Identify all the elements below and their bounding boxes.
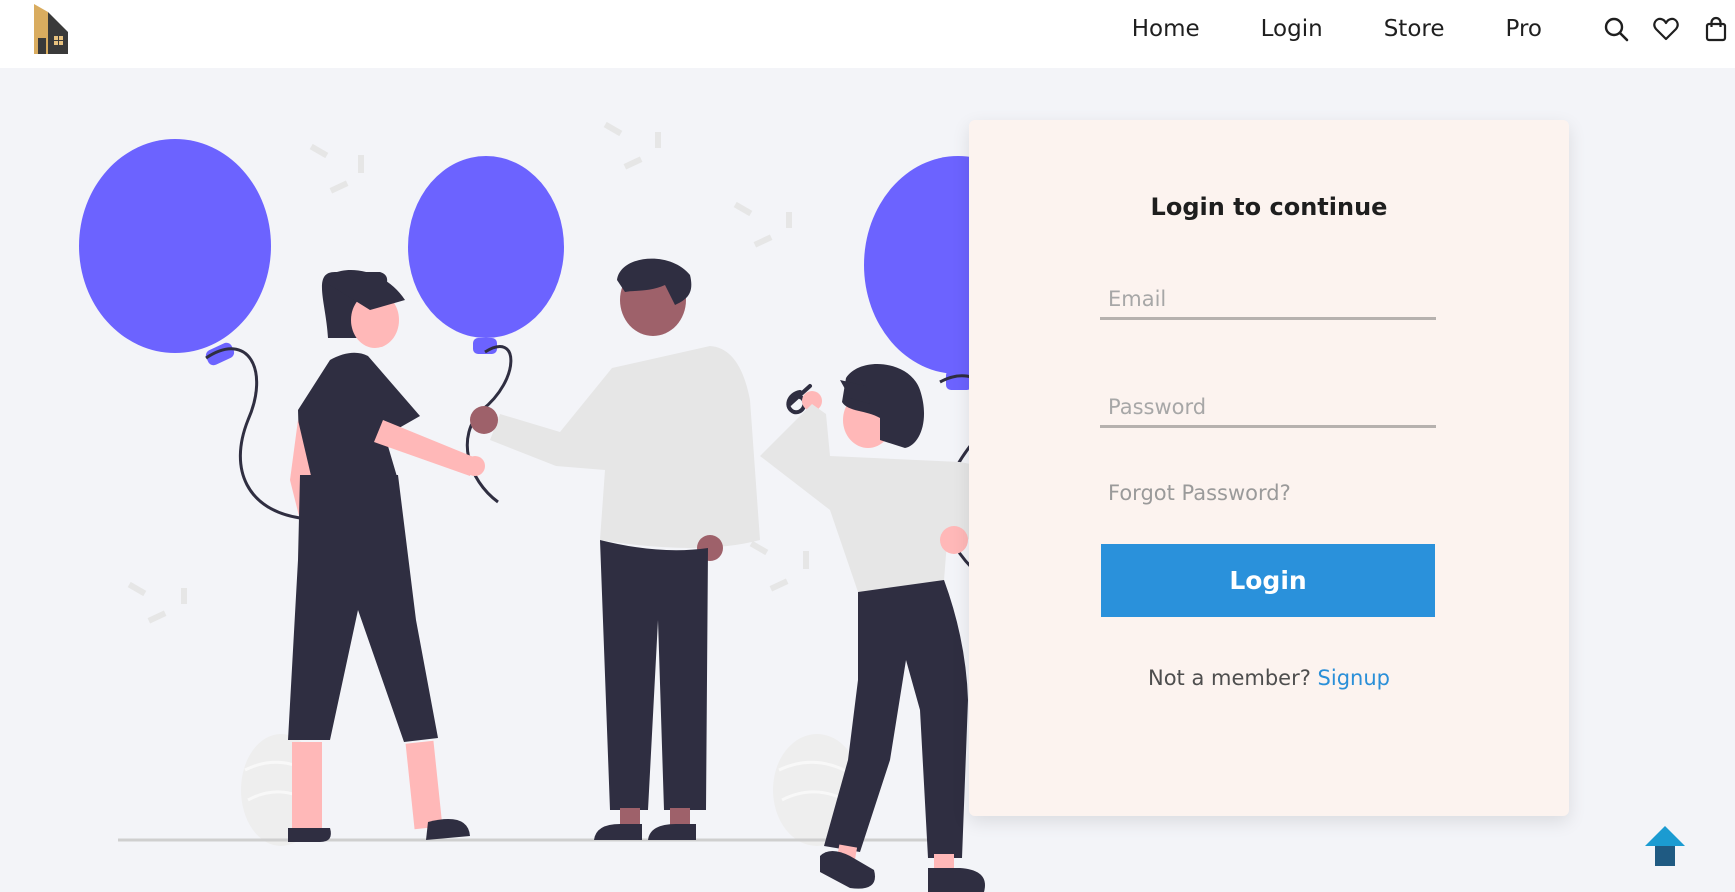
woman-figure (288, 269, 485, 842)
password-field-wrapper (1100, 388, 1436, 428)
nav-menu: Home Login Store Pro (1132, 0, 1735, 58)
signup-prompt-line: Not a member? Signup (969, 666, 1569, 690)
forgot-password-link[interactable]: Forgot Password? (1108, 481, 1291, 505)
login-card: Login to continue Forgot Password? Login… (969, 120, 1569, 816)
login-button[interactable]: Login (1101, 544, 1435, 617)
password-field[interactable] (1100, 388, 1436, 428)
nav-link-home[interactable]: Home (1132, 16, 1200, 42)
search-icon[interactable] (1603, 16, 1629, 42)
signup-prompt-text: Not a member? (1147, 666, 1311, 690)
balloon-left (79, 139, 301, 520)
scroll-to-top-arrow-icon[interactable] (1645, 826, 1685, 866)
nav-link-login[interactable]: Login (1261, 16, 1323, 42)
nav-link-store[interactable]: Store (1384, 16, 1445, 42)
email-field[interactable] (1100, 280, 1436, 320)
signup-link[interactable]: Signup (1318, 666, 1390, 690)
shopping-bag-icon[interactable] (1703, 16, 1729, 42)
navbar: Home Login Store Pro (0, 0, 1735, 68)
home-logo-icon[interactable] (28, 2, 76, 56)
heart-icon[interactable] (1653, 16, 1679, 42)
email-field-wrapper (1100, 280, 1436, 320)
login-title: Login to continue (1150, 193, 1388, 221)
nav-link-pro[interactable]: Pro (1506, 16, 1543, 42)
plant-decoration (241, 734, 861, 846)
man-figure (470, 258, 760, 840)
